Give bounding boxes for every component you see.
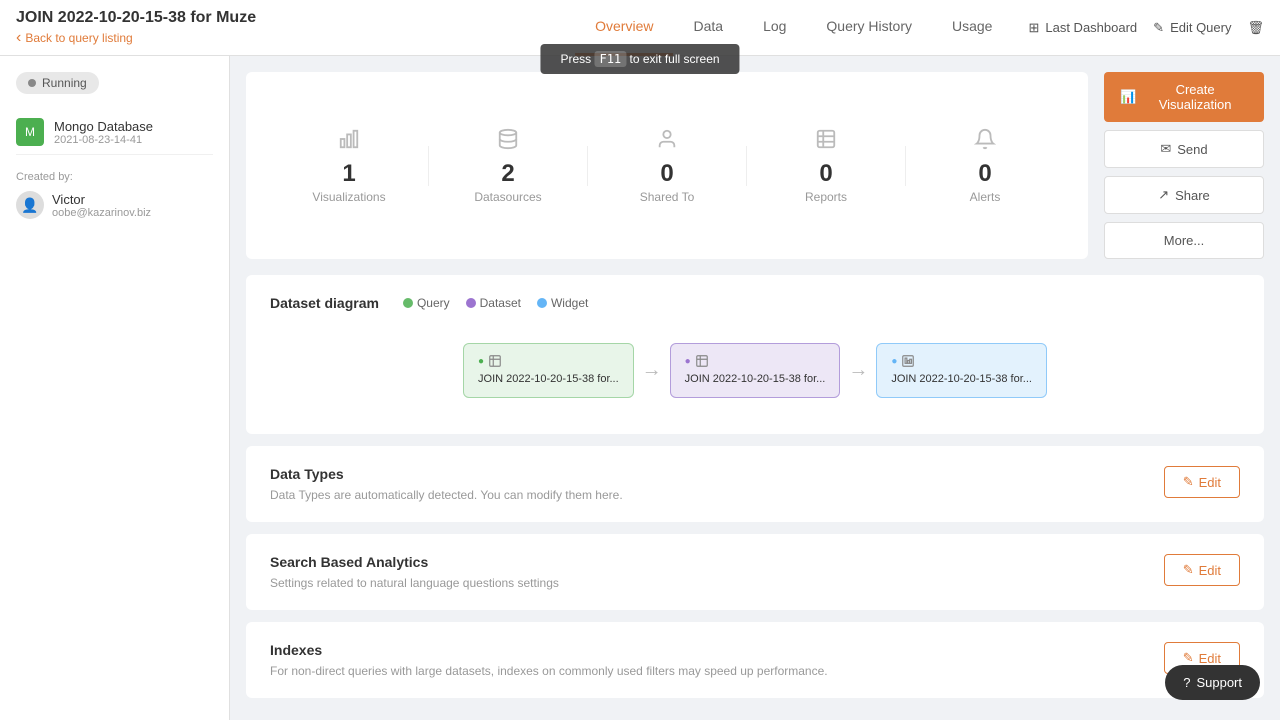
- action-buttons-panel: 📊 Create Visualization ✉ Send ↗ Share Mo…: [1104, 72, 1264, 259]
- dashboard-icon: ⊞: [1028, 20, 1039, 36]
- data-types-section: Data Types Data Types are automatically …: [246, 446, 1264, 522]
- indexes-info: Indexes For non-direct queries with larg…: [270, 642, 828, 678]
- dataset-node-icon: ●: [685, 354, 826, 368]
- stat-alerts: 0 Alerts: [906, 128, 1064, 204]
- diagram-node-dataset[interactable]: ● JOIN 2022-10-20-15-38 for...: [670, 343, 841, 398]
- db-info: Mongo Database 2021-08-23-14-41: [54, 119, 153, 146]
- search-analytics-edit-button[interactable]: ✎ Edit: [1164, 554, 1240, 586]
- legend-widget: Widget: [537, 296, 588, 310]
- database-item: M Mongo Database 2021-08-23-14-41: [16, 110, 213, 155]
- search-analytics-title: Search Based Analytics: [270, 554, 559, 570]
- send-icon: ✉: [1160, 141, 1171, 157]
- data-types-info: Data Types Data Types are automatically …: [270, 466, 623, 502]
- share-button[interactable]: ↗ Share: [1104, 176, 1264, 214]
- sidebar: Running M Mongo Database 2021-08-23-14-4…: [0, 56, 230, 720]
- stat-reports: 0 Reports: [747, 128, 905, 204]
- page-title: JOIN 2022-10-20-15-38 for Muze: [16, 9, 575, 27]
- share-icon: ↗: [1158, 187, 1169, 203]
- dataset-diagram-header: Dataset diagram Query Dataset Widget: [270, 295, 1240, 311]
- database-icon: [497, 128, 519, 156]
- arrow-1: →: [642, 359, 662, 382]
- stat-datasources: 2 Datasources: [429, 128, 587, 204]
- stat-visualizations: 1 Visualizations: [270, 128, 428, 204]
- tab-query-history[interactable]: Query History: [806, 0, 932, 56]
- dataset-diagram-card: Dataset diagram Query Dataset Widget: [246, 275, 1264, 434]
- edit-pencil-icon: ✎: [1183, 474, 1194, 490]
- user-icon: [656, 128, 678, 156]
- widget-node-icon: ●: [891, 354, 1032, 368]
- more-button[interactable]: More...: [1104, 222, 1264, 259]
- main-layout: Running M Mongo Database 2021-08-23-14-4…: [0, 56, 1280, 720]
- last-dashboard-action[interactable]: ⊞ Last Dashboard: [1028, 20, 1137, 36]
- status-badge: Running: [16, 72, 99, 94]
- user-item: 👤 Victor oobe@kazarinov.biz: [16, 191, 213, 219]
- user-info: Victor oobe@kazarinov.biz: [52, 192, 151, 219]
- tab-usage[interactable]: Usage: [932, 0, 1012, 56]
- chart-icon: 📊: [1120, 89, 1136, 105]
- legend-dataset: Dataset: [466, 296, 521, 310]
- data-types-title: Data Types: [270, 466, 623, 482]
- edit-icon: ✎: [1153, 20, 1164, 36]
- indexes-section: Indexes For non-direct queries with larg…: [246, 622, 1264, 698]
- query-legend-dot: [403, 298, 413, 308]
- indexes-title: Indexes: [270, 642, 828, 658]
- stats-card: 1 Visualizations 2 Datasources 0: [246, 72, 1088, 259]
- indexes-description: For non-direct queries with large datase…: [270, 664, 828, 678]
- search-analytics-section: Search Based Analytics Settings related …: [246, 534, 1264, 610]
- header: JOIN 2022-10-20-15-38 for Muze Back to q…: [0, 0, 1280, 56]
- tab-log[interactable]: Log: [743, 0, 806, 56]
- dataset-diagram-title: Dataset diagram: [270, 295, 379, 311]
- stats-actions-row: 1 Visualizations 2 Datasources 0: [246, 72, 1264, 259]
- user-avatar: 👤: [16, 191, 44, 219]
- search-analytics-description: Settings related to natural language que…: [270, 576, 559, 590]
- create-visualization-button[interactable]: 📊 Create Visualization: [1104, 72, 1264, 122]
- delete-action[interactable]: 🗑: [1247, 20, 1264, 36]
- edit-pencil-icon-3: ✎: [1183, 650, 1194, 666]
- dataset-legend-dot: [466, 298, 476, 308]
- diagram-area: ● JOIN 2022-10-20-15-38 for... → ● JOIN …: [270, 327, 1240, 414]
- edit-pencil-icon-2: ✎: [1183, 562, 1194, 578]
- bell-icon: [974, 128, 996, 156]
- support-icon: ?: [1183, 675, 1190, 690]
- status-dot: [28, 79, 36, 87]
- support-button[interactable]: ? Support: [1165, 665, 1260, 700]
- legend-query: Query: [403, 296, 450, 310]
- header-left: JOIN 2022-10-20-15-38 for Muze Back to q…: [16, 9, 575, 47]
- db-icon: M: [16, 118, 44, 146]
- back-link[interactable]: Back to query listing: [16, 29, 575, 47]
- diagram-node-widget[interactable]: ● JOIN 2022-10-20-15-38 for...: [876, 343, 1047, 398]
- data-types-description: Data Types are automatically detected. Y…: [270, 488, 623, 502]
- data-types-edit-button[interactable]: ✎ Edit: [1164, 466, 1240, 498]
- trash-icon: 🗑: [1247, 20, 1264, 36]
- stat-shared-to: 0 Shared To: [588, 128, 746, 204]
- table-icon: [815, 128, 837, 156]
- arrow-2: →: [848, 359, 868, 382]
- fullscreen-tip: Press F11 to exit full screen: [540, 44, 739, 74]
- widget-legend-dot: [537, 298, 547, 308]
- created-by-label: Created by:: [16, 171, 213, 183]
- edit-query-action[interactable]: ✎ Edit Query: [1153, 20, 1231, 36]
- diagram-node-query[interactable]: ● JOIN 2022-10-20-15-38 for...: [463, 343, 634, 398]
- bar-chart-icon: [338, 128, 360, 156]
- search-analytics-info: Search Based Analytics Settings related …: [270, 554, 559, 590]
- query-node-icon: ●: [478, 354, 619, 368]
- header-right: ⊞ Last Dashboard ✎ Edit Query 🗑: [1028, 20, 1264, 36]
- main-content: 1 Visualizations 2 Datasources 0: [230, 56, 1280, 720]
- send-button[interactable]: ✉ Send: [1104, 130, 1264, 168]
